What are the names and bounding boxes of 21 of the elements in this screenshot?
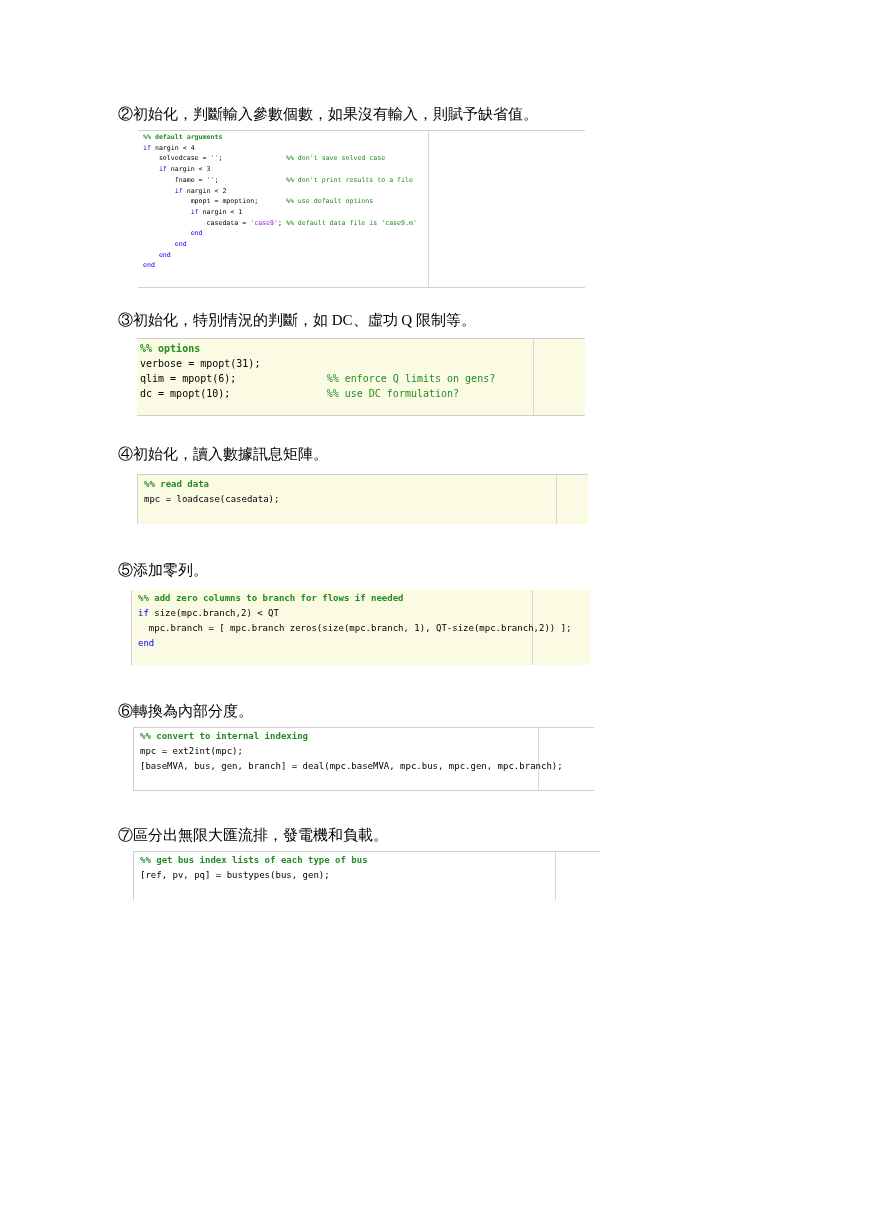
section-heading: ⑤添加零列。 — [118, 561, 209, 580]
code-line: end — [138, 637, 155, 650]
section-heading: ⑦區分出無限大匯流排，發電機和負載。 — [118, 826, 389, 845]
code-line: dc = mpopt(10); %% use DC formulation? — [140, 387, 460, 401]
cell-title: %% convert to internal indexing — [140, 730, 308, 743]
code-line: mpc = loadcase(casedata); — [144, 493, 280, 506]
section-heading: ④初始化，讀入數據訊息矩陣。 — [118, 445, 329, 464]
code-line: if size(mpc.branch,2) < QT — [138, 607, 279, 620]
section-heading: ②初始化，判斷輸入參數個數，如果沒有輸入，則賦予缺省值。 — [118, 105, 539, 124]
code-line: mpc = ext2int(mpc); — [140, 745, 243, 758]
cell-title: %% get bus index lists of each type of bus — [140, 854, 368, 867]
section-heading: ⑥轉換為內部分度。 — [118, 702, 254, 721]
code-line: [baseMVA, bus, gen, branch] = deal(mpc.baseMVA, mpc.bus, mpc.gen, mpc.branch); — [140, 760, 563, 773]
cell-title: %% read data — [144, 478, 210, 491]
cell-title: %% options — [140, 342, 201, 356]
cell-title: %% add zero columns to branch for flows if needed — [138, 592, 404, 605]
code-line: verbose = mpopt(31); — [140, 357, 261, 371]
code-line: mpc.branch = [ mpc.branch zeros(size(mpc.branch, 1), QT-size(mpc.branch,2)) ]; — [147, 622, 572, 635]
code-line: qlim = mpopt(6); %% enforce Q limits on gens? — [140, 372, 496, 386]
code-line: [ref, pv, pq] = bustypes(bus, gen); — [140, 869, 330, 882]
section-heading: ③初始化，特別情況的判斷，如 DC、虛功 Q 限制等。 — [118, 311, 477, 330]
